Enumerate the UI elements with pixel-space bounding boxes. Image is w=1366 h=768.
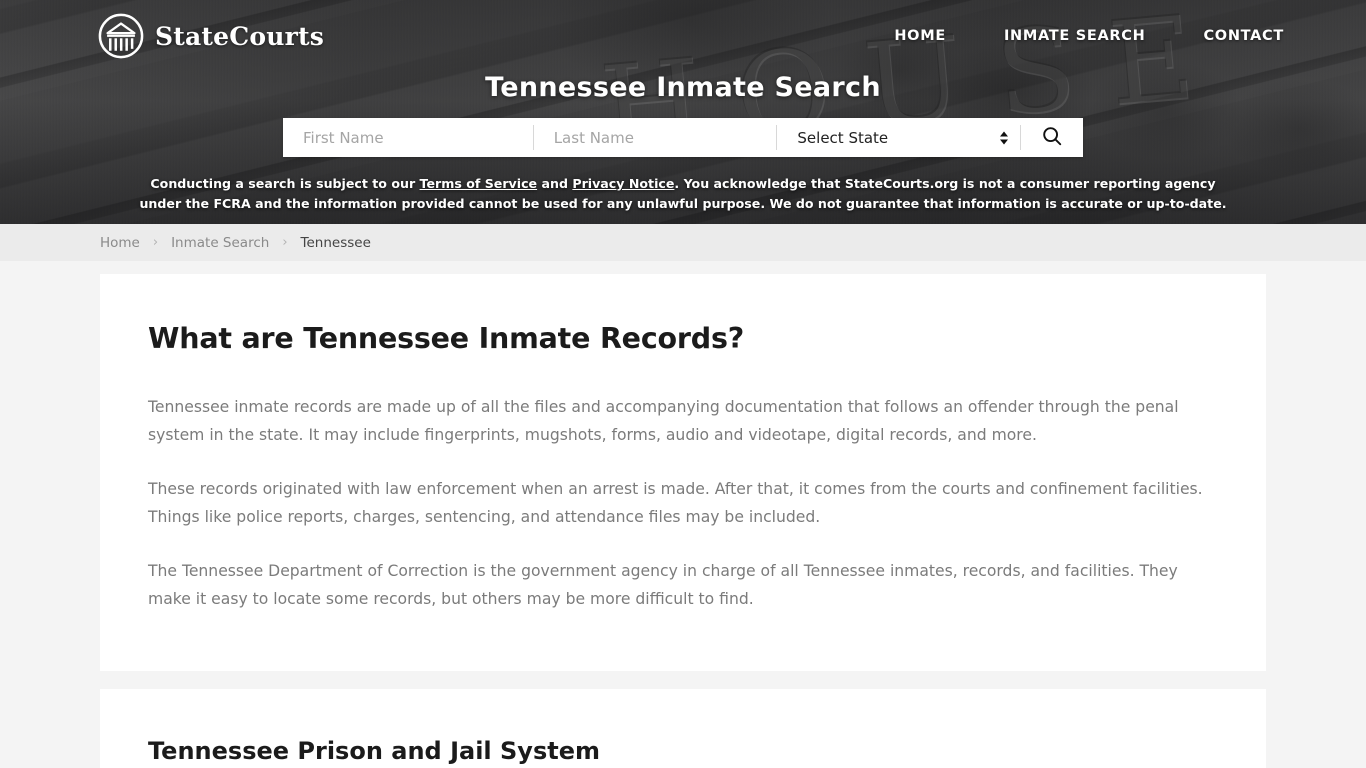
chevron-right-icon: › (152, 235, 159, 250)
breadcrumb-item-home[interactable]: Home (100, 235, 140, 251)
breadcrumb-item-inmate-search[interactable]: Inmate Search (171, 235, 269, 251)
inmate-search-form: Select State (283, 118, 1083, 157)
main-navigation: HOME INMATE SEARCH CONTACT (894, 28, 1284, 44)
site-header: StateCourts HOME INMATE SEARCH CONTACT (0, 0, 1366, 72)
paragraph: The Tennessee Department of Correction i… (148, 562, 1178, 608)
brand-logo-link[interactable]: StateCourts (98, 13, 324, 59)
nav-item-inmate-search[interactable]: INMATE SEARCH (1004, 28, 1146, 44)
paragraph: Tennessee inmate records are made up of … (148, 398, 1179, 444)
search-submit-button[interactable] (1021, 118, 1083, 157)
nav-item-home[interactable]: HOME (894, 28, 946, 44)
section-heading-inmate-records: What are Tennessee Inmate Records? (148, 322, 745, 355)
section-heading-prison-jail-system: Tennessee Prison and Jail System (148, 737, 600, 765)
page-content: What are Tennessee Inmate Records? Tenne… (0, 274, 1366, 768)
courthouse-circle-icon (98, 13, 144, 59)
magnifying-glass-icon (1041, 125, 1063, 150)
privacy-notice-link[interactable]: Privacy Notice (572, 176, 674, 191)
terms-of-service-link[interactable]: Terms of Service (420, 176, 538, 191)
state-select-wrapper: Select State (777, 118, 1021, 157)
disclaimer-text-part1: Conducting a search is subject to our (150, 176, 420, 191)
first-name-input[interactable] (283, 118, 533, 157)
inmate-records-card: What are Tennessee Inmate Records? Tenne… (100, 274, 1266, 671)
disclaimer-text-part2: and (537, 176, 573, 191)
page-title: Tennessee Inmate Search (485, 72, 881, 103)
prison-jail-system-card: Tennessee Prison and Jail System (100, 689, 1266, 768)
hero-banner: HOUSE StateCourts HOME INMATE SEARCH CON… (0, 0, 1366, 224)
breadcrumb-item-tennessee: Tennessee (300, 234, 371, 251)
paragraph: These records originated with law enforc… (148, 480, 1203, 526)
breadcrumb: Home › Inmate Search › Tennessee (0, 224, 1366, 261)
chevron-right-icon: › (282, 235, 288, 250)
state-select[interactable]: Select State (777, 118, 1021, 157)
nav-item-contact[interactable]: CONTACT (1203, 28, 1284, 44)
search-disclaimer: Conducting a search is subject to our Te… (0, 174, 1366, 214)
brand-name: StateCourts (155, 21, 324, 51)
last-name-input[interactable] (533, 118, 777, 157)
